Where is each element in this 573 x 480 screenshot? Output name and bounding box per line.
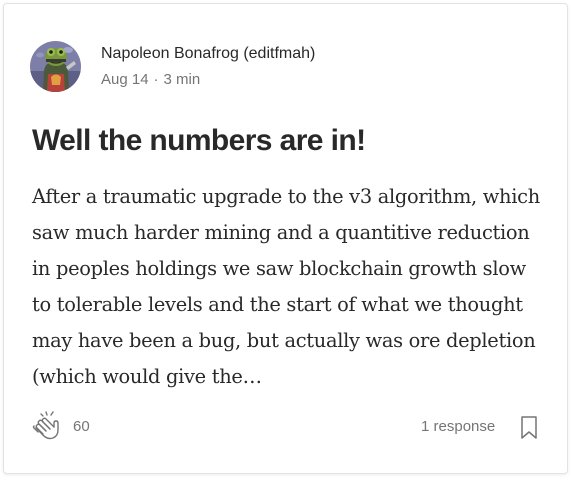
excerpt-line: to tolerable levels and the start of wha… — [32, 293, 523, 316]
responses-link[interactable]: 1 response — [421, 418, 495, 435]
post-meta: Aug 14 · 3 min — [101, 71, 200, 88]
bookmark-icon — [521, 416, 537, 439]
excerpt-line: saw much harder mining and a quantitive … — [32, 221, 530, 244]
bookmark-button[interactable] — [518, 415, 540, 440]
excerpt-line: may have been a bug, but actually was or… — [32, 329, 536, 352]
meta-separator: · — [153, 71, 159, 88]
post-date: Aug 14 — [101, 71, 149, 88]
excerpt-line: After a traumatic upgrade to the v3 algo… — [32, 185, 540, 208]
post-card[interactable]: Napoleon Bonafrog (editfmah) Aug 14 · 3 mi… — [3, 3, 568, 474]
frog-avatar-icon — [30, 41, 81, 92]
excerpt-line: in peoples holdings we saw blockchain gr… — [32, 257, 526, 280]
author-avatar[interactable] — [30, 41, 81, 92]
clap-button[interactable] — [30, 410, 66, 446]
clap-count: 60 — [73, 418, 90, 435]
post-excerpt[interactable]: After a traumatic upgrade to the v3 algo… — [32, 179, 552, 395]
read-time: 3 min — [163, 71, 201, 88]
post-title[interactable]: Well the numbers are in! — [32, 124, 366, 158]
clap-icon — [32, 411, 59, 440]
excerpt-line: (which would give the… — [32, 365, 262, 388]
author-name[interactable]: Napoleon Bonafrog (editfmah) — [101, 45, 315, 63]
